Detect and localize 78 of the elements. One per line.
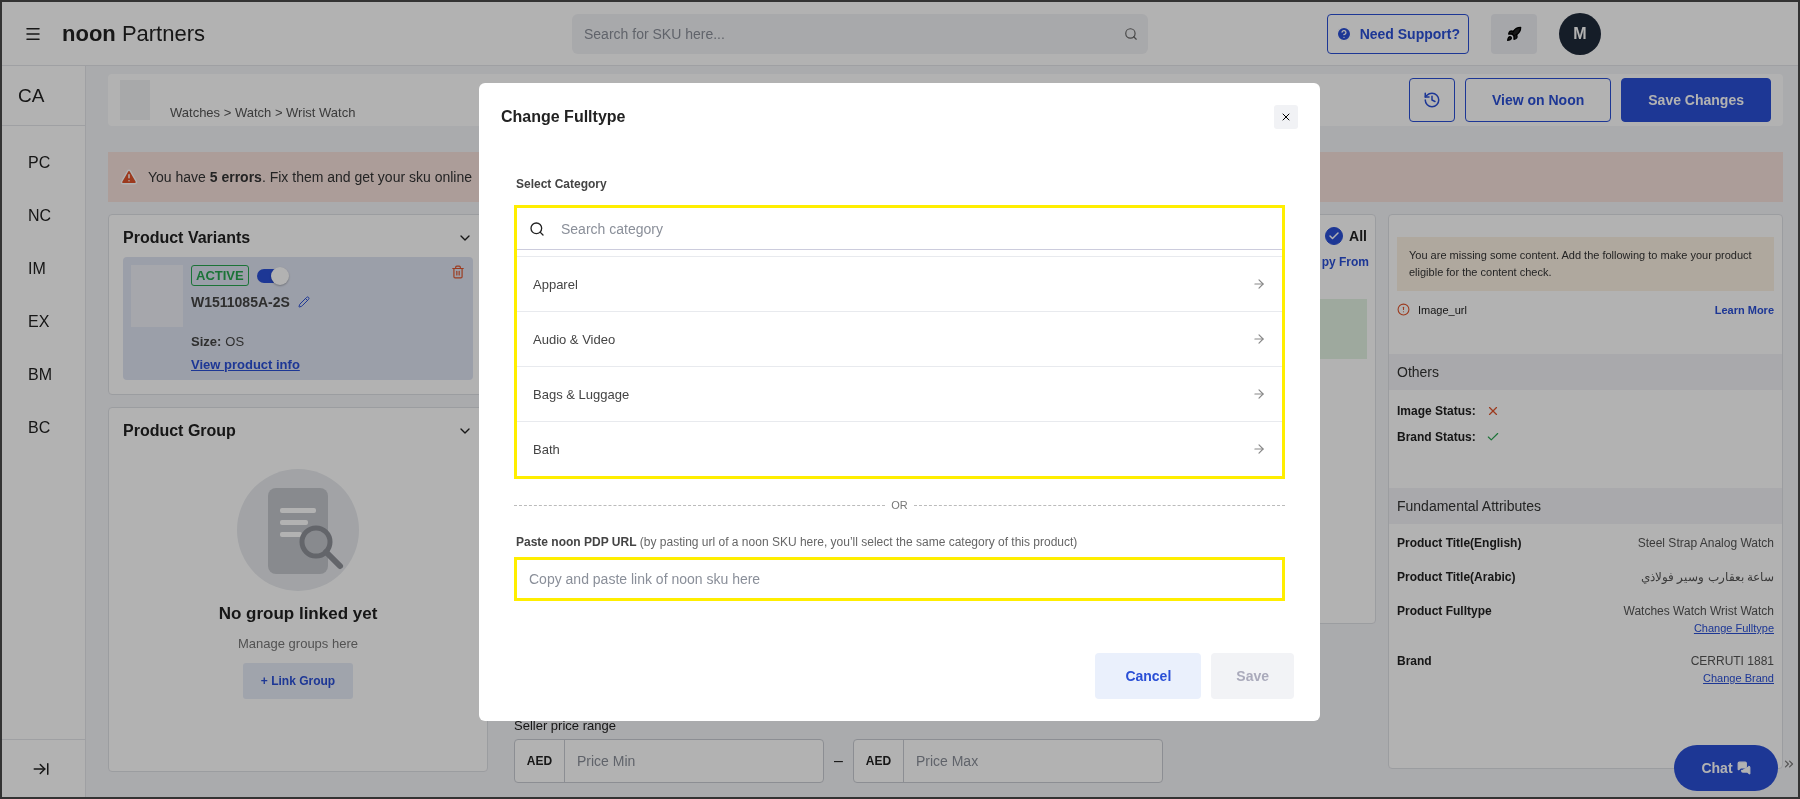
history-button[interactable] [1408, 78, 1455, 122]
support-button[interactable]: Need Support? [1326, 13, 1469, 54]
status-label: Brand Status: [1397, 430, 1476, 444]
chat-button[interactable]: Chat [1674, 745, 1778, 791]
view-product-link[interactable]: View product info [191, 357, 443, 372]
alert-icon [1397, 303, 1410, 316]
empty-text: Manage groups here [238, 636, 358, 651]
history-icon [1422, 91, 1441, 109]
toggle-switch[interactable] [256, 268, 287, 283]
rocket-button[interactable] [1491, 13, 1537, 54]
expand-icon[interactable] [1782, 757, 1796, 771]
help-icon [1335, 25, 1352, 42]
warning-icon [120, 168, 138, 186]
currency-label: AED [853, 740, 904, 782]
section-header: Others [1389, 354, 1782, 390]
attribute-value: CERRUTI 1881 [1690, 654, 1774, 668]
category-item[interactable]: Apparel [517, 256, 1282, 311]
price-input[interactable]: Price Max [903, 740, 1162, 782]
sidebar-item[interactable]: BM [2, 348, 85, 401]
header-button[interactable]: Save Changes [1621, 78, 1771, 122]
empty-title: No group linked yet [218, 604, 378, 624]
select-all-checkbox[interactable] [1325, 227, 1344, 245]
field-label: Select Category [516, 177, 608, 191]
price-label: Seller price range [514, 718, 617, 733]
rocket-icon [1506, 25, 1522, 42]
chat-icon [1736, 761, 1751, 775]
price-input[interactable]: Price Min [565, 740, 823, 782]
error-message: You have 5 errors. Fix them and get your sku online [148, 169, 473, 185]
price-field[interactable]: AED Price Min [514, 739, 824, 783]
sidebar-item[interactable]: CA [2, 66, 85, 126]
change-link[interactable]: Change Brand [1703, 672, 1774, 684]
missing-field: Image_url [1418, 303, 1467, 316]
edit-icon[interactable] [297, 296, 310, 308]
attribute-label: Product Title(English) [1397, 536, 1522, 550]
attribute-label: Product Title(Arabic) [1397, 570, 1516, 584]
size-value: OS [225, 334, 245, 349]
search-icon [1124, 26, 1138, 41]
avatar[interactable]: M [1559, 12, 1601, 55]
or-divider: OR [891, 499, 908, 511]
section-header: Fundamental Attributes [1389, 488, 1782, 524]
sidebar-item[interactable]: NC [2, 189, 85, 242]
logo: noon Partners [62, 20, 207, 47]
delete-icon[interactable] [451, 265, 465, 279]
sidebar-item[interactable]: IM [2, 242, 85, 295]
card-title: Product Variants [123, 229, 251, 247]
modal-title: Change Fulltype [501, 108, 626, 126]
currency-label: AED [515, 740, 565, 782]
attribute-label: Product Fulltype [1397, 604, 1492, 620]
modal-button[interactable]: Cancel [1095, 653, 1202, 699]
attribute-label: Brand [1397, 654, 1432, 670]
close-button[interactable] [1274, 105, 1298, 129]
link-group-button[interactable]: + Link Group [243, 663, 353, 699]
change-link[interactable]: Change Fulltype [1693, 622, 1774, 634]
check-icon [1328, 230, 1341, 242]
sidebar-item[interactable]: EX [2, 295, 85, 348]
attribute-value: Watches Watch Wrist Watch [1623, 604, 1774, 618]
attribute-value: Steel Strap Analog Watch [1637, 536, 1774, 550]
breadcrumb: Watches > Watch > Wrist Watch [170, 105, 356, 120]
category-item[interactable]: Bath [517, 421, 1282, 476]
status-label: Image Status: [1397, 404, 1476, 418]
range-separator: – [834, 752, 843, 770]
attribute-value: ساعة بعقارب وسير فولاذي [1641, 570, 1774, 584]
copy-from-link[interactable]: py From [1321, 255, 1369, 269]
size-label: Size: [191, 334, 222, 349]
category-item[interactable]: Bags & Luggage [517, 366, 1282, 421]
header-button[interactable]: View on Noon [1464, 78, 1612, 122]
field-label: Paste noon PDP URL (by pasting url of a noon SKU here, you’ll select the same category of this product) [516, 535, 1079, 549]
price-field[interactable]: AED Price Max [852, 739, 1163, 783]
missing-content-notice: You are missing some content. Add the following to make your product eligible for the content check. [1397, 237, 1774, 291]
learn-more-link[interactable]: Learn More [1714, 303, 1774, 316]
category-item[interactable]: Audio & Video [517, 311, 1282, 366]
select-all-label: All [1349, 228, 1367, 244]
search-icon [529, 220, 545, 237]
sidebar-item[interactable]: PC [2, 136, 85, 189]
sidebar-item[interactable]: BC [2, 401, 85, 454]
sku-text: W1511085A-2S [191, 294, 290, 310]
status-badge: ACTIVE [191, 265, 249, 286]
card-title: Product Group [123, 422, 236, 440]
